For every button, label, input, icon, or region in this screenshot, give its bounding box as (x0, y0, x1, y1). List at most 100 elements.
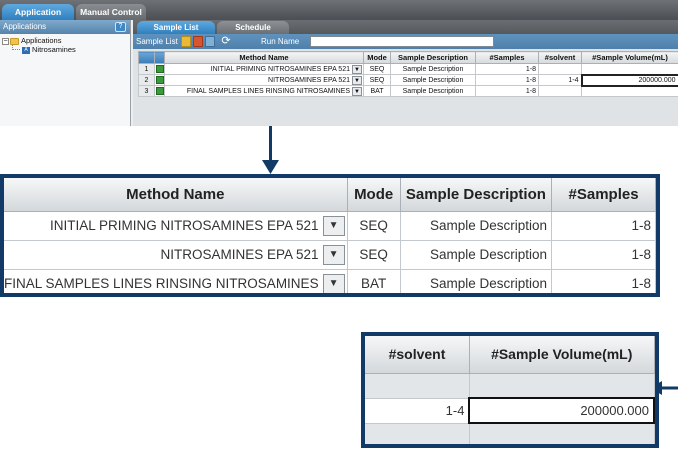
tree-item-label: Nitrosamines (32, 45, 76, 54)
chevron-down-icon[interactable]: ▼ (322, 273, 345, 293)
samples-cell[interactable]: 1-8 (551, 269, 656, 293)
table-row[interactable]: NITROSAMINES EPA 521 ▼ SEQ Sample Descrip… (4, 240, 656, 270)
play-icon (155, 87, 164, 95)
chevron-down-icon[interactable]: ▼ (322, 215, 345, 236)
tab-sample-list[interactable]: Sample List (137, 21, 215, 34)
column-header-sample-volume[interactable]: #Sample Volume(mL) (581, 51, 678, 64)
table-row[interactable] (365, 423, 655, 444)
arrow-down-icon (262, 160, 279, 174)
sample-volume-cell[interactable] (581, 85, 678, 97)
column-header-mode[interactable]: Mode (347, 178, 401, 212)
tab-schedule[interactable]: Schedule (217, 21, 289, 34)
folder-icon (10, 37, 19, 45)
chevron-down-icon[interactable]: ▼ (352, 64, 362, 74)
tab-application[interactable]: Application (2, 4, 74, 20)
samples-cell[interactable]: 1-8 (475, 85, 539, 97)
chevron-down-icon[interactable]: ▼ (322, 244, 345, 265)
method-name-value: NITROSAMINES EPA 521 (268, 76, 350, 84)
sample-volume-cell[interactable] (469, 373, 655, 399)
samples-cell[interactable]: 1-8 (551, 211, 656, 241)
mode-cell[interactable]: SEQ (347, 211, 401, 241)
help-icon[interactable]: ? (115, 22, 126, 32)
sample-list-grid: Method Name Mode Sample Description #Sam… (138, 51, 678, 97)
chevron-down-icon[interactable]: ▼ (352, 75, 362, 85)
tree-item-applications[interactable]: − Applications (0, 36, 130, 45)
solvent-cell[interactable] (538, 85, 582, 97)
sample-volume-input[interactable]: 200000.000 (580, 73, 678, 87)
sample-description-cell[interactable]: Sample Description (390, 74, 476, 86)
applications-header: Applications ? (0, 20, 130, 34)
method-name-cell[interactable]: NITROSAMINES EPA 521 ▼ (4, 240, 348, 270)
row-number: 1 (138, 63, 155, 75)
sample-description-cell[interactable]: Sample Description (400, 269, 553, 293)
method-name-value: NITROSAMINES EPA 521 (160, 247, 319, 262)
remove-row-icon[interactable] (193, 36, 203, 47)
grid-corner[interactable] (138, 51, 155, 64)
run-name-input[interactable] (310, 36, 494, 47)
method-name-cell[interactable]: FINAL SAMPLES LINES RINSING NITROSAMINES… (4, 269, 348, 293)
table-row[interactable]: 1-4 200000.000 (365, 397, 655, 424)
row-number: 2 (138, 74, 155, 86)
column-header-sample-description[interactable]: Sample Description (400, 178, 553, 212)
solvent-cell[interactable]: 1-4 (365, 398, 470, 424)
solvent-cell[interactable] (365, 423, 470, 444)
column-header-sample-description[interactable]: Sample Description (390, 51, 476, 64)
method-name-cell[interactable]: INITIAL PRIMING NITROSAMINES EPA 521 ▼ (4, 211, 348, 241)
solvent-cell[interactable] (538, 63, 582, 75)
table-row[interactable]: 2 NITROSAMINES EPA 521 ▼ SEQ Sample Descr… (138, 73, 678, 87)
sample-volume-cell[interactable] (581, 63, 678, 75)
sample-description-cell[interactable]: Sample Description (390, 63, 476, 75)
main-tabbar: Application Manual Control (0, 0, 678, 20)
column-header-solvent[interactable]: #solvent (538, 51, 582, 64)
tab-manual-control[interactable]: Manual Control (76, 4, 146, 20)
method-name-cell[interactable]: INITIAL PRIMING NITROSAMINES EPA 521 ▼ (164, 63, 364, 75)
method-name-value: INITIAL PRIMING NITROSAMINES EPA 521 (210, 65, 350, 73)
row-status (154, 85, 165, 97)
mode-cell[interactable]: BAT (363, 85, 391, 97)
mode-cell[interactable]: SEQ (363, 63, 391, 75)
column-header-method-name[interactable]: Method Name (164, 51, 364, 64)
refresh-icon[interactable]: ⟳ (220, 35, 232, 47)
collapse-icon[interactable]: − (2, 37, 9, 45)
sample-list-toolbar: Sample List ⟳ Run Name (133, 34, 678, 49)
sample-description-cell[interactable]: Sample Description (390, 85, 476, 97)
method-name-value: FINAL SAMPLES LINES RINSING NITROSAMINES (4, 276, 319, 291)
sample-description-cell[interactable]: Sample Description (400, 211, 553, 241)
sample-volume-cell[interactable] (469, 423, 655, 444)
run-name-label: Run Name (261, 37, 300, 46)
add-row-icon[interactable] (181, 36, 191, 47)
sample-list-panel: Sample List Schedule Sample List ⟳ Run N… (133, 20, 678, 126)
column-header-mode[interactable]: Mode (363, 51, 391, 64)
app-window: Application Manual Control Applications … (0, 0, 678, 126)
method-name-cell[interactable]: NITROSAMINES EPA 521 ▼ (164, 74, 364, 86)
table-row[interactable]: 3 FINAL SAMPLES LINES RINSING NITROSAMIN… (138, 85, 678, 97)
table-row[interactable]: 1 INITIAL PRIMING NITROSAMINES EPA 521 ▼ … (138, 63, 678, 75)
column-header-samples[interactable]: #Samples (475, 51, 539, 64)
applications-panel: Applications ? − Applications A Nitrosamin… (0, 20, 131, 126)
table-row[interactable]: FINAL SAMPLES LINES RINSING NITROSAMINES… (4, 269, 656, 293)
solvent-cell[interactable] (365, 373, 470, 399)
zoomed-volume-grid: #solvent #Sample Volume(mL) 1-4 200000.0… (365, 336, 655, 444)
insert-rows-icon[interactable] (205, 36, 215, 47)
grid-status-header (154, 51, 165, 64)
column-header-solvent[interactable]: #solvent (365, 336, 470, 374)
table-row[interactable] (365, 373, 655, 399)
samples-cell[interactable]: 1-8 (475, 74, 539, 86)
solvent-cell[interactable]: 1-4 (538, 74, 582, 86)
column-header-samples[interactable]: #Samples (551, 178, 656, 212)
samples-cell[interactable]: 1-8 (475, 63, 539, 75)
column-header-sample-volume[interactable]: #Sample Volume(mL) (469, 336, 655, 374)
sample-description-cell[interactable]: Sample Description (400, 240, 553, 270)
sample-volume-input[interactable]: 200000.000 (468, 397, 655, 424)
method-name-cell[interactable]: FINAL SAMPLES LINES RINSING NITROSAMINES… (164, 85, 364, 97)
samples-cell[interactable]: 1-8 (551, 240, 656, 270)
column-header-method-name[interactable]: Method Name (4, 178, 348, 212)
table-row[interactable]: INITIAL PRIMING NITROSAMINES EPA 521 ▼ SE… (4, 211, 656, 241)
mode-cell[interactable]: SEQ (347, 240, 401, 270)
zoom-callout-method-columns: Method Name Mode Sample Description #Sam… (0, 174, 660, 297)
mode-cell[interactable]: SEQ (363, 74, 391, 86)
mode-cell[interactable]: BAT (347, 269, 401, 293)
chevron-down-icon[interactable]: ▼ (352, 86, 362, 96)
tree-item-nitrosamines[interactable]: A Nitrosamines (0, 45, 130, 54)
play-icon (155, 65, 164, 73)
